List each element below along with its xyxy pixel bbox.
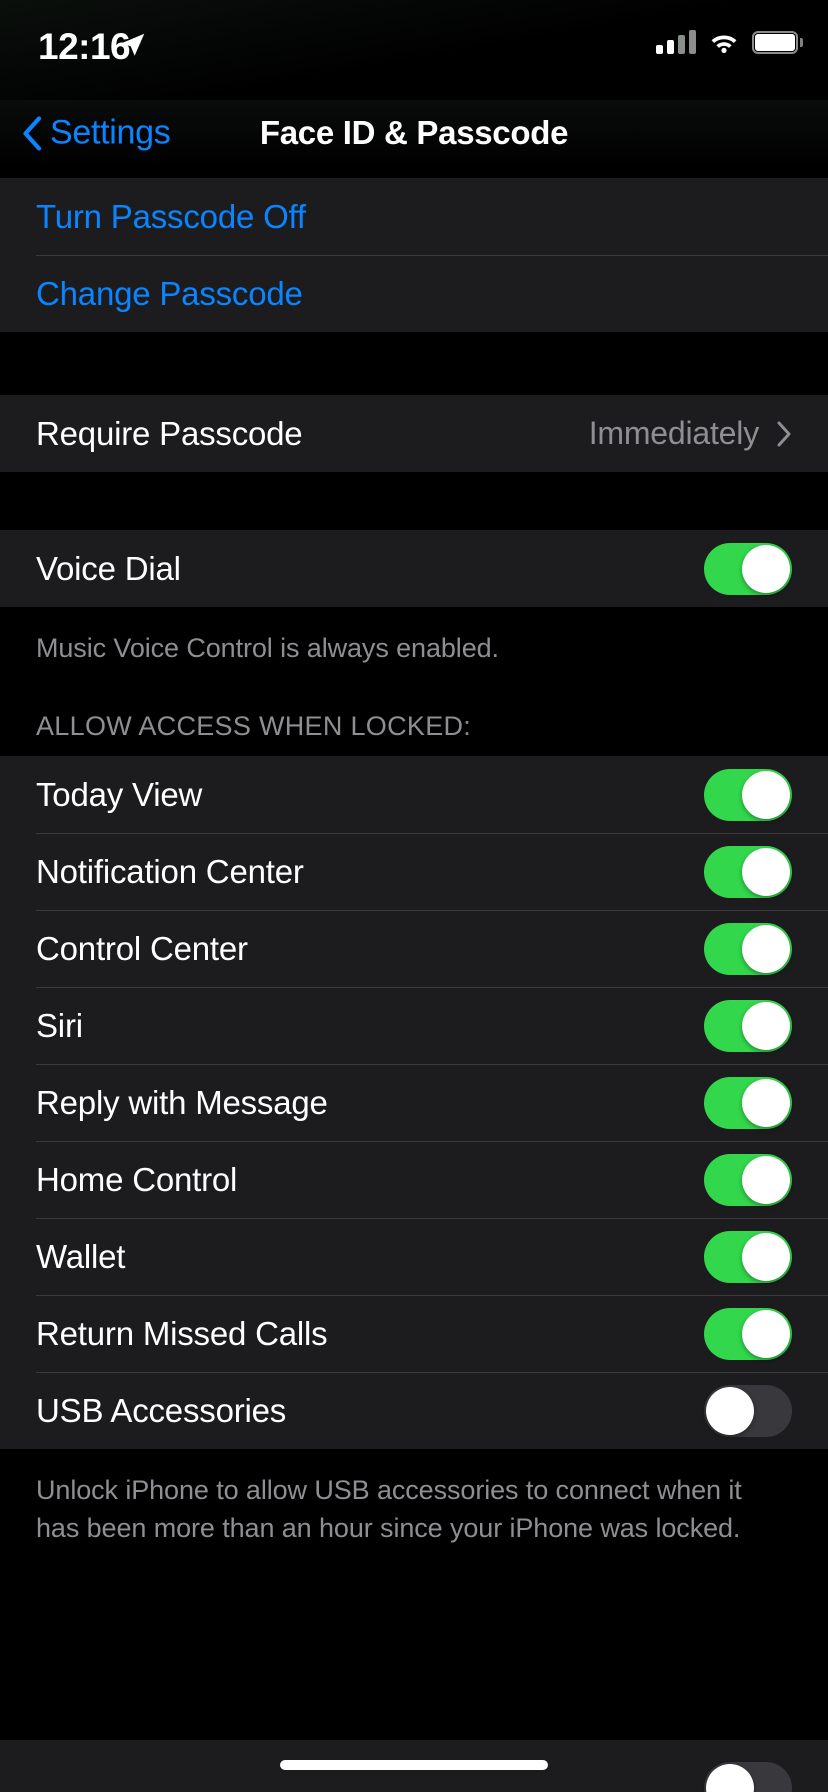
iphone-screen: 12:16 Settings Face ID & Passcode Turn P…: [0, 0, 828, 1792]
allow-access-group: Today View Notification Center Control Cen…: [0, 756, 828, 1449]
allow-access-label: Control Center: [36, 929, 248, 967]
allow-access-row[interactable]: Siri: [0, 987, 828, 1064]
voice-dial-group: Voice Dial: [0, 530, 828, 607]
voice-dial-footer: Music Voice Control is always enabled.: [0, 607, 828, 677]
voice-dial-label: Voice Dial: [36, 549, 181, 587]
allow-access-label: USB Accessories: [36, 1391, 287, 1429]
chevron-left-icon: [23, 116, 42, 150]
allow-access-row[interactable]: Control Center: [0, 910, 828, 987]
next-row-toggle[interactable]: [704, 1762, 792, 1792]
chevron-right-icon: [777, 421, 791, 446]
turn-passcode-off-label: Turn Passcode Off: [36, 197, 306, 235]
allow-access-label: Return Missed Calls: [36, 1314, 328, 1352]
allow-access-toggle[interactable]: [704, 999, 792, 1052]
allow-access-label: Wallet: [36, 1237, 126, 1275]
allow-access-toggle[interactable]: [704, 1076, 792, 1129]
allow-access-row[interactable]: Today View: [0, 756, 828, 833]
require-passcode-group: Require Passcode Immediately: [0, 395, 828, 472]
page-title: Face ID & Passcode: [259, 114, 569, 151]
status-bar-indicators: [656, 30, 803, 54]
voice-dial-row[interactable]: Voice Dial: [0, 530, 828, 607]
status-bar-time: 12:16: [38, 26, 131, 67]
allow-access-row[interactable]: Wallet: [0, 1218, 828, 1295]
section-gap: [0, 332, 828, 395]
wifi-icon: [711, 35, 737, 53]
allow-access-row[interactable]: Notification Center: [0, 833, 828, 910]
turn-passcode-off-row[interactable]: Turn Passcode Off: [0, 178, 828, 255]
require-passcode-row[interactable]: Require Passcode Immediately: [0, 395, 828, 472]
passcode-actions-group: Turn Passcode Off Change Passcode: [0, 178, 828, 332]
back-button[interactable]: Settings: [22, 113, 171, 153]
navigation-bar: Settings Face ID & Passcode: [0, 100, 828, 166]
allow-access-label: Home Control: [36, 1160, 238, 1198]
change-passcode-label: Change Passcode: [36, 274, 303, 312]
allow-access-toggle[interactable]: [704, 1307, 792, 1360]
battery-full-icon: [752, 30, 803, 54]
usb-accessories-footer: Unlock iPhone to allow USB accessories t…: [0, 1449, 828, 1557]
back-button-label: Settings: [50, 113, 171, 152]
require-passcode-label: Require Passcode: [36, 414, 303, 452]
change-passcode-row[interactable]: Change Passcode: [0, 255, 828, 332]
allow-access-row[interactable]: USB Accessories: [0, 1372, 828, 1449]
require-passcode-value: Immediately: [588, 415, 760, 451]
allow-access-label: Today View: [36, 775, 203, 813]
allow-access-toggle[interactable]: [704, 1230, 792, 1283]
allow-access-toggle[interactable]: [704, 1384, 792, 1437]
cellular-signal-icon: [656, 30, 696, 54]
allow-access-row[interactable]: Return Missed Calls: [0, 1295, 828, 1372]
allow-access-label: Reply with Message: [36, 1083, 328, 1121]
location-arrow-icon: [121, 33, 145, 56]
allow-access-label: Notification Center: [36, 852, 304, 890]
allow-access-label: Siri: [36, 1006, 83, 1044]
home-indicator[interactable]: [280, 1760, 548, 1770]
allow-access-section-header: ALLOW ACCESS WHEN LOCKED:: [0, 677, 828, 756]
allow-access-toggle[interactable]: [704, 845, 792, 898]
allow-access-row[interactable]: Reply with Message: [0, 1064, 828, 1141]
section-gap: [0, 166, 828, 178]
voice-dial-toggle[interactable]: [704, 542, 792, 595]
section-gap: [0, 472, 828, 530]
allow-access-toggle[interactable]: [704, 1153, 792, 1206]
status-bar: 12:16: [0, 0, 828, 100]
allow-access-row[interactable]: Home Control: [0, 1141, 828, 1218]
allow-access-toggle[interactable]: [704, 768, 792, 821]
allow-access-toggle[interactable]: [704, 922, 792, 975]
